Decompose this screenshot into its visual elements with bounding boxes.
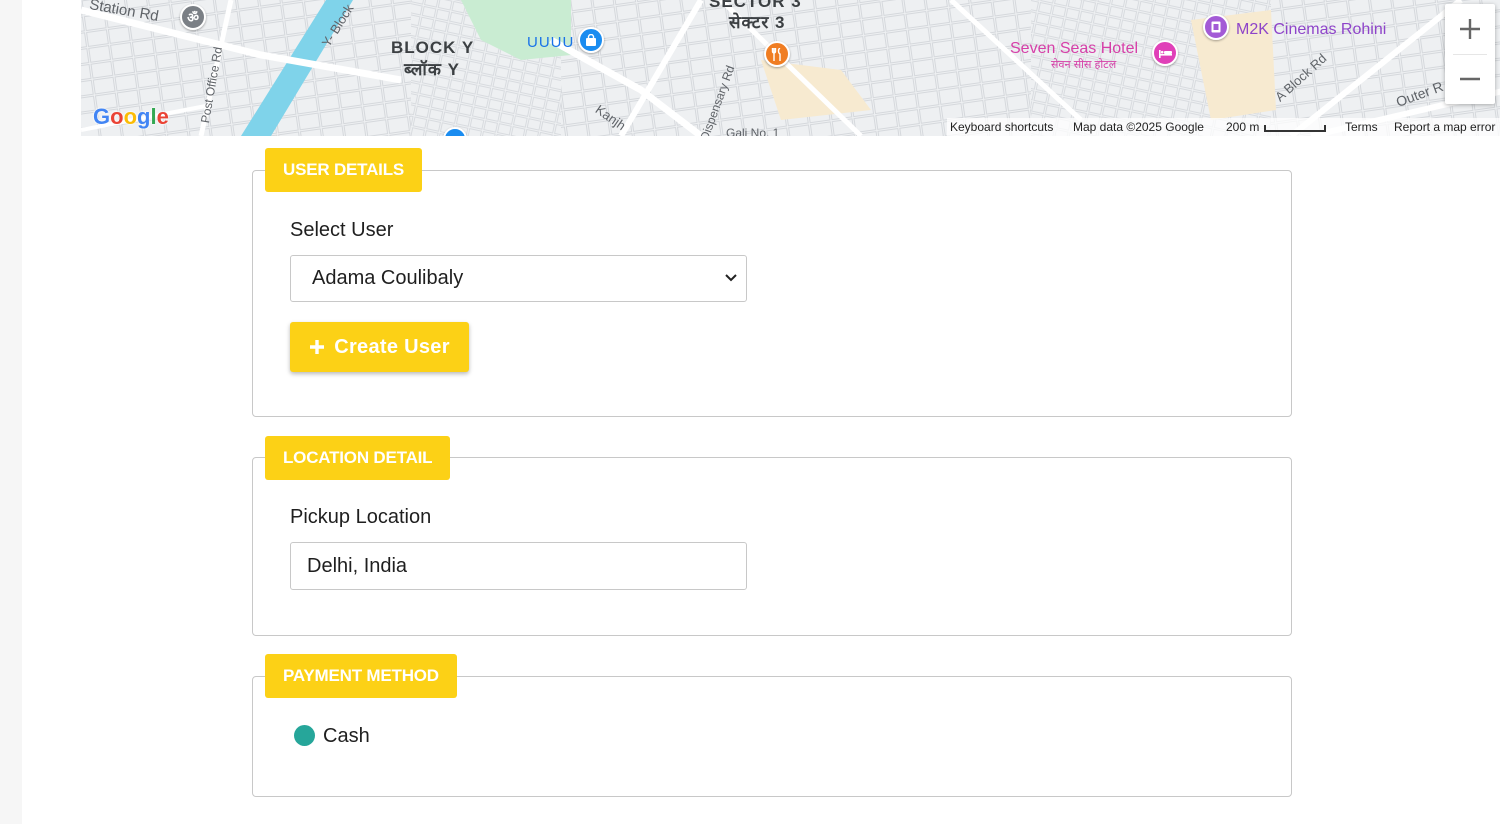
map-scale-label: 200 m xyxy=(1226,120,1260,134)
shopping-bag-pin-icon[interactable] xyxy=(578,27,604,53)
terms-link[interactable]: Terms xyxy=(1345,118,1378,136)
map-scale[interactable]: 200 m xyxy=(1226,118,1327,136)
map-label-gali-no-1: Gali No. 1 xyxy=(726,126,780,136)
map-label-uuuu: UUUU xyxy=(527,34,575,51)
restaurant-pin-icon[interactable] xyxy=(764,41,790,67)
chevron-down-icon xyxy=(725,274,737,282)
minus-icon xyxy=(1460,77,1480,81)
hotel-pin-icon[interactable] xyxy=(1152,40,1178,66)
select-user-label: Select User xyxy=(290,219,394,241)
page: Station Rd ॐ Y- Block Post Office Rd BLO… xyxy=(22,0,1500,824)
map-label-sector-3-hindi: सेक्टर 3 xyxy=(729,13,786,32)
create-user-label: Create User xyxy=(334,335,450,358)
pickup-location-input[interactable]: Delhi, India xyxy=(290,542,747,590)
cash-radio[interactable] xyxy=(294,725,315,746)
pickup-location-label: Pickup Location xyxy=(290,506,432,528)
user-select-value: Adama Coulibaly xyxy=(312,267,464,289)
plus-icon xyxy=(309,339,325,355)
map-data-attribution: Map data ©2025 Google xyxy=(1073,120,1204,134)
cash-radio-label[interactable]: Cash xyxy=(323,725,370,748)
map-label-seven-seas-hotel: Seven Seas Hotel xyxy=(1010,40,1139,57)
payment-method-legend: PAYMENT METHOD xyxy=(265,654,457,698)
location-detail-legend: LOCATION DETAIL xyxy=(265,436,451,480)
google-logo[interactable]: Google xyxy=(93,104,169,130)
map-label-block-y: BLOCK Y xyxy=(391,38,475,57)
map-label-m2k-cinemas: M2K Cinemas Rohini xyxy=(1236,21,1387,38)
keyboard-shortcuts-link[interactable]: Keyboard shortcuts xyxy=(950,118,1053,136)
map-label-seven-seas-hindi: सेवन सीस होटल xyxy=(1051,59,1117,71)
pickup-location-value: Delhi, India xyxy=(307,554,408,577)
map-label-block-y-hindi: ब्लॉक Y xyxy=(404,60,460,79)
zoom-out-button[interactable] xyxy=(1445,54,1495,104)
zoom-control xyxy=(1445,4,1495,104)
map-scale-bar xyxy=(1264,124,1327,132)
report-map-error-link[interactable]: Report a map error xyxy=(1394,118,1495,136)
create-user-button[interactable]: Create User xyxy=(290,322,469,372)
cinema-pin-icon[interactable] xyxy=(1203,14,1229,40)
map-view[interactable]: Station Rd ॐ Y- Block Post Office Rd BLO… xyxy=(81,0,1500,136)
user-select[interactable]: Adama Coulibaly xyxy=(290,255,747,302)
zoom-in-button[interactable] xyxy=(1445,4,1495,54)
temple-pin-icon[interactable]: ॐ xyxy=(180,4,206,30)
plus-icon xyxy=(1460,19,1480,39)
user-details-legend: USER DETAILS xyxy=(265,148,423,192)
